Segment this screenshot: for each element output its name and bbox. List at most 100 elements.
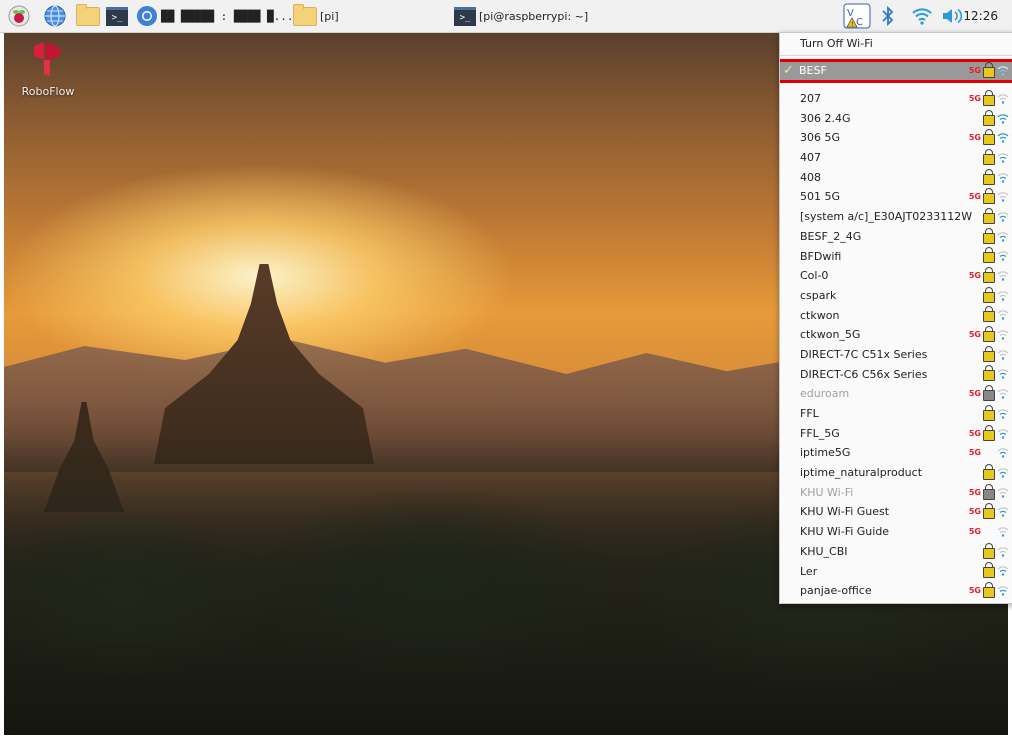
folder-icon: [76, 3, 100, 26]
network-ssid: panjae-office: [800, 584, 872, 598]
bluetooth-icon: [882, 5, 894, 27]
vnc-icon: V C !: [843, 3, 871, 29]
network-ssid: FFL: [800, 407, 819, 420]
network-ssid: ctkwon: [800, 308, 840, 322]
network-item[interactable]: eduroam 5G: [780, 384, 1012, 404]
terminal-icon: >_: [454, 6, 476, 26]
raspberry-menu-button[interactable]: [8, 4, 30, 28]
wifi-signal-icon: [997, 251, 1009, 262]
taskbar-window-button-chromium[interactable]: ██ █████ : ████ █...: [136, 4, 293, 28]
network-item[interactable]: FFL_5G 5G: [780, 424, 1012, 444]
terminal-icon: >_: [106, 6, 128, 26]
desktop-icon-roboflow[interactable]: RoboFlow: [18, 38, 78, 98]
network-item[interactable]: 501 5G 5G: [780, 187, 1012, 207]
network-item[interactable]: Col-0 5G: [780, 266, 1012, 286]
globe-icon: [44, 5, 66, 27]
wifi-signal-icon: [997, 153, 1009, 163]
network-ssid: 207: [800, 92, 821, 105]
network-item[interactable]: panjae-office 5G: [780, 581, 1012, 601]
network-ssid: iptime_naturalproduct: [800, 466, 923, 480]
wifi-signal-icon: [997, 66, 1009, 76]
wifi-signal-icon: [997, 428, 1009, 439]
network-item[interactable]: KHU Wi-Fi Guest 5G: [780, 502, 1012, 522]
network-ssid: ctkwon_5G: [800, 328, 861, 342]
network-ssid: FFL_5G: [800, 426, 840, 440]
network-item[interactable]: 207 5G: [780, 89, 1012, 109]
network-item[interactable]: KHU Wi-Fi Guide 5G: [780, 522, 1012, 542]
network-item[interactable]: ctkwon: [780, 306, 1012, 326]
lock-icon: [983, 109, 995, 126]
band-5g-badge: 5G: [968, 448, 981, 458]
network-item[interactable]: KHU_CBI: [780, 542, 1012, 562]
wifi-signal-icon: [997, 369, 1009, 380]
network-ssid: 306 5G: [800, 131, 841, 145]
turn-off-wifi-item[interactable]: Turn Off Wi-Fi: [780, 33, 1012, 56]
raspberry-pi-icon: [8, 5, 30, 27]
clock[interactable]: 12:26: [963, 9, 998, 23]
lock-icon: [983, 345, 995, 362]
taskbar-window-button-terminal[interactable]: >_ [pi@raspberrypi: ~]: [454, 4, 588, 28]
lock-icon: [983, 542, 995, 559]
lock-icon: [983, 148, 995, 165]
terminal-launcher[interactable]: >_: [106, 4, 128, 28]
wifi-signal-icon: [997, 409, 1009, 419]
wifi-signal-icon: [997, 113, 1009, 124]
lock-icon: [983, 267, 995, 284]
network-ssid: BFDwifi: [800, 249, 842, 263]
network-item[interactable]: FFL: [780, 404, 1012, 424]
network-item[interactable]: 407: [780, 148, 1012, 168]
network-ssid: KHU Wi-Fi Guide: [800, 525, 890, 539]
network-item[interactable]: cspark: [780, 286, 1012, 306]
lock-icon: [983, 365, 995, 382]
wifi-signal-icon: [997, 192, 1009, 202]
wifi-icon: [912, 8, 932, 25]
wifi-signal-icon: [997, 586, 1009, 596]
network-ssid: 407: [800, 151, 821, 165]
network-item[interactable]: 306 2.4G: [780, 109, 1012, 129]
network-item[interactable]: KHU Wi-Fi 5G: [780, 483, 1012, 503]
enterprise-lock-icon: [983, 385, 995, 402]
svg-text:V: V: [847, 8, 854, 19]
lock-icon: [983, 62, 995, 78]
lock-icon: [983, 188, 995, 205]
network-item[interactable]: iptime5G 5G: [780, 443, 1012, 463]
taskbar: >_ ██ █████ : ████ █... [pi] >_ [pi@rasp…: [0, 0, 1012, 33]
network-item[interactable]: Ler: [780, 562, 1012, 582]
network-ssid: iptime5G: [800, 446, 851, 460]
connected-network-item[interactable]: ✓ BESF 5G: [780, 59, 1012, 83]
network-ssid: 306 2.4G: [800, 111, 851, 125]
wifi-signal-icon: [997, 330, 1009, 340]
vnc-tray-button[interactable]: V C !: [843, 3, 871, 29]
network-item[interactable]: DIRECT-7C C51x Series: [780, 345, 1012, 365]
network-item[interactable]: ctkwon_5G 5G: [780, 325, 1012, 345]
network-ssid: Ler: [800, 564, 818, 578]
roboflow-logo-icon: [34, 42, 62, 76]
bluetooth-tray-button[interactable]: [880, 4, 896, 28]
network-item[interactable]: iptime_naturalproduct: [780, 463, 1012, 483]
network-ssid: BESF_2_4G: [800, 229, 862, 243]
wifi-signal-icon: [997, 212, 1009, 222]
network-item[interactable]: [system a/c]_E30AJT0233112W: [780, 207, 1012, 227]
network-item[interactable]: DIRECT-C6 C56x Series: [780, 365, 1012, 385]
network-ssid: DIRECT-C6 C56x Series: [800, 367, 928, 381]
lock-icon: [983, 463, 995, 480]
network-ssid: BESF: [799, 64, 827, 77]
volume-tray-button[interactable]: [941, 4, 965, 28]
taskbar-window-button-pi-folder[interactable]: [pi]: [293, 3, 339, 28]
file-manager-launcher[interactable]: [76, 3, 100, 28]
band-5g-badge: 5G: [968, 527, 981, 537]
network-item[interactable]: BFDwifi: [780, 247, 1012, 267]
wifi-network-menu: Turn Off Wi-Fi ✓ BESF 5G 207 5G 306 2.4G 30…: [779, 32, 1012, 604]
network-item[interactable]: BESF_2_4G: [780, 227, 1012, 247]
network-item[interactable]: 306 5G 5G: [780, 128, 1012, 148]
enterprise-lock-icon: [983, 483, 995, 500]
network-ssid: DIRECT-7C C51x Series: [800, 347, 928, 361]
network-item[interactable]: 408: [780, 168, 1012, 188]
svg-text:!: !: [851, 21, 853, 28]
wifi-signal-icon: [997, 527, 1009, 537]
wifi-signal-icon: [997, 487, 1009, 498]
wifi-signal-icon: [997, 566, 1009, 577]
wifi-tray-button[interactable]: [912, 4, 932, 28]
wifi-signal-icon: [997, 448, 1009, 458]
web-browser-launcher[interactable]: [44, 4, 66, 28]
